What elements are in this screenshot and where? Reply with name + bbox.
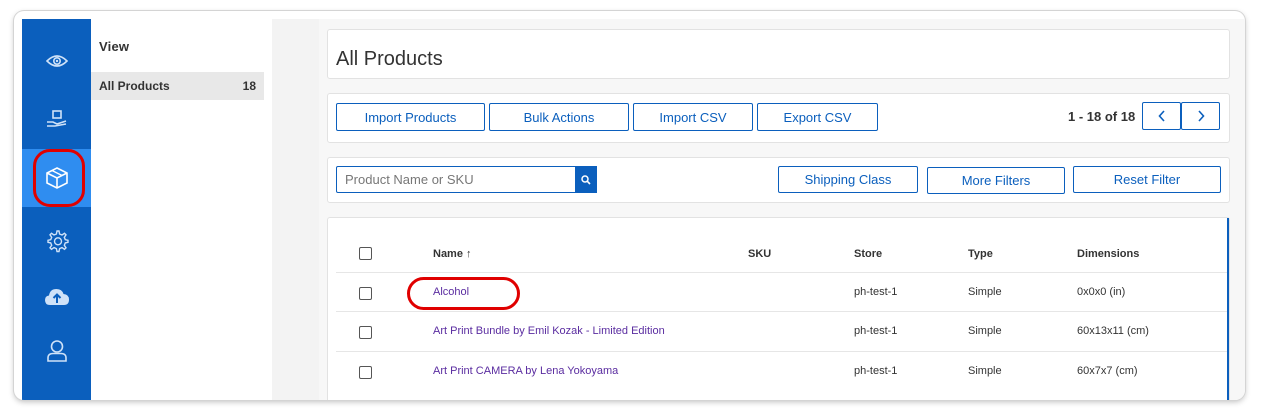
view-panel-title: View	[99, 39, 130, 54]
chevron-left-icon	[1157, 110, 1165, 122]
product-store: ph-test-1	[854, 325, 898, 337]
search-input[interactable]	[337, 167, 575, 192]
row-checkbox[interactable]	[359, 366, 372, 379]
column-dimensions[interactable]: Dimensions	[1077, 248, 1139, 260]
product-type: Simple	[968, 365, 1002, 377]
prev-page-button[interactable]	[1142, 102, 1181, 130]
table-row: Art Print CAMERA by Lena Yokoyama ph-tes…	[336, 351, 1227, 391]
product-store: ph-test-1	[854, 365, 898, 377]
product-dimensions: 60x7x7 (cm)	[1077, 365, 1138, 377]
rail-item-products[interactable]	[22, 149, 91, 207]
table-row: Alcohol ph-test-1 Simple 0x0x0 (in)	[336, 272, 1227, 312]
products-table: Name ↑ SKU Store Type Dimensions Alcohol…	[327, 217, 1230, 400]
user-icon	[46, 340, 67, 362]
icon-rail	[22, 19, 91, 400]
reset-filter-button[interactable]: Reset Filter	[1073, 166, 1221, 193]
product-name-link[interactable]: Alcohol	[433, 286, 469, 298]
row-checkbox[interactable]	[359, 326, 372, 339]
column-type[interactable]: Type	[968, 248, 993, 260]
select-all-checkbox[interactable]	[359, 247, 372, 260]
column-store[interactable]: Store	[854, 248, 882, 260]
main-content: All Products Import Products Bulk Action…	[319, 19, 1245, 400]
search-button[interactable]	[575, 166, 597, 193]
rail-item-upload[interactable]	[22, 269, 91, 325]
product-dimensions: 60x13x11 (cm)	[1077, 325, 1149, 337]
table-scrollbar[interactable]	[1227, 218, 1229, 400]
table-header: Name ↑ SKU Store Type Dimensions	[328, 236, 1227, 272]
more-filters-button[interactable]: More Filters	[927, 167, 1065, 194]
cloud-upload-icon	[44, 289, 69, 305]
view-item-count: 18	[242, 79, 256, 93]
rail-item-view[interactable]	[22, 33, 91, 89]
view-panel: View All Products 18	[91, 19, 272, 400]
import-products-button[interactable]: Import Products	[336, 103, 485, 131]
gear-icon	[46, 230, 69, 253]
cube-icon	[45, 167, 68, 189]
rail-item-fulfillment[interactable]	[22, 91, 91, 147]
next-page-button[interactable]	[1181, 102, 1220, 130]
pager-range: 1 - 18 of 18	[1068, 109, 1136, 124]
eye-icon	[45, 55, 68, 67]
table-row: Art Print Bundle by Emil Kozak - Limited…	[336, 311, 1227, 351]
column-sku[interactable]: SKU	[748, 248, 771, 260]
product-type: Simple	[968, 325, 1002, 337]
bulk-actions-button[interactable]: Bulk Actions	[489, 103, 629, 131]
row-checkbox[interactable]	[359, 287, 372, 300]
product-dimensions: 0x0x0 (in)	[1077, 286, 1126, 298]
hand-box-icon	[46, 110, 66, 127]
product-type: Simple	[968, 286, 1002, 298]
import-csv-button[interactable]: Import CSV	[633, 103, 753, 131]
chevron-right-icon	[1197, 110, 1205, 122]
product-store: ph-test-1	[854, 286, 898, 298]
toolbar-card: Import Products Bulk Actions Import CSV …	[327, 93, 1230, 143]
rail-item-settings[interactable]	[22, 213, 91, 269]
panel-gutter	[272, 19, 319, 400]
column-name[interactable]: Name ↑	[433, 248, 472, 260]
view-item-all-products[interactable]: All Products 18	[91, 72, 264, 100]
view-item-label: All Products	[99, 79, 170, 93]
export-csv-button[interactable]: Export CSV	[757, 103, 878, 131]
search-box	[336, 166, 597, 193]
app-window: View All Products 18 All Products Import…	[14, 11, 1245, 400]
search-icon	[581, 174, 591, 185]
product-name-link[interactable]: Art Print CAMERA by Lena Yokoyama	[433, 365, 618, 377]
filter-card: Shipping Class More Filters Reset Filter	[327, 157, 1230, 203]
title-card: All Products	[327, 29, 1230, 79]
page-title: All Products	[336, 48, 443, 70]
rail-item-account[interactable]	[22, 323, 91, 379]
shipping-class-button[interactable]: Shipping Class	[778, 166, 918, 193]
product-name-link[interactable]: Art Print Bundle by Emil Kozak - Limited…	[433, 325, 665, 337]
